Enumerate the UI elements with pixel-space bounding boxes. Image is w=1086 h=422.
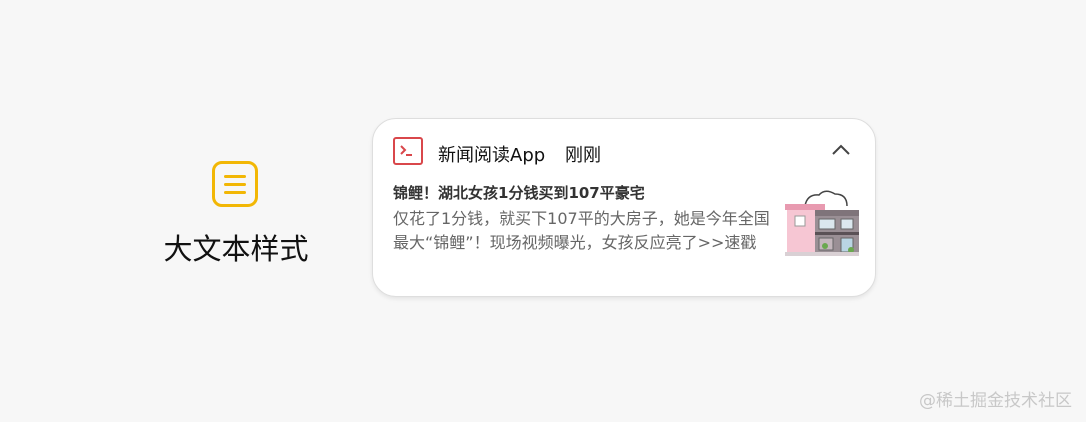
style-label: 大文本样式 [163,232,309,266]
terminal-icon [393,137,423,165]
watermark: @稀土掘金技术社区 [919,391,1072,411]
notification-body: 仅花了1分钱，就买下107平的大房子，她是今年全国最大“锦鲤”！现场视频曝光，女… [393,209,770,252]
house-image [785,190,859,256]
chevron-up-icon[interactable] [829,139,853,163]
notification-time: 刚刚 [565,145,601,166]
notification-card[interactable]: 新闻阅读App 刚刚 锦鲤！湖北女孩1分钱买到107平豪宅 仅花了1分钱，就买下… [372,118,876,297]
app-name: 新闻阅读App [438,145,546,166]
text-lines-icon [212,161,258,207]
notification-title: 锦鲤！湖北女孩1分钱买到107平豪宅 [393,184,645,202]
